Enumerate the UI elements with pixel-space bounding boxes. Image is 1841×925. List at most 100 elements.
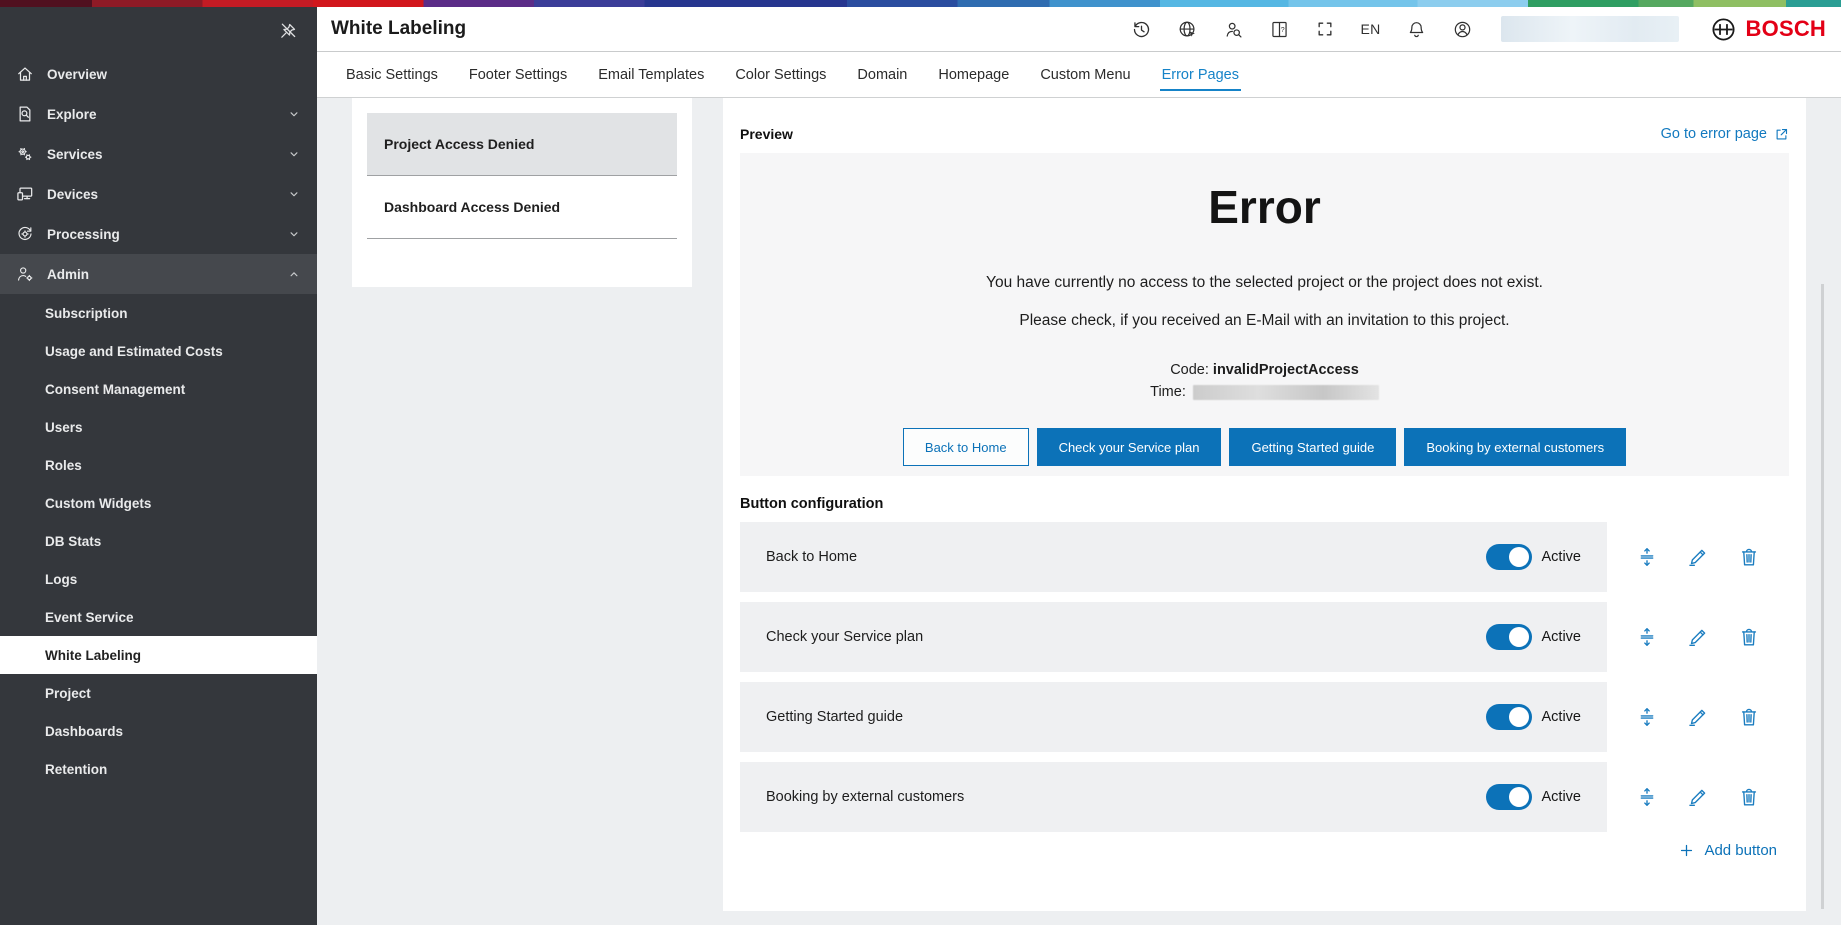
page-title: White Labeling: [331, 18, 466, 40]
active-toggle[interactable]: [1486, 784, 1532, 810]
sidebar-item-subscription[interactable]: Subscription: [0, 294, 317, 332]
sidebar-item-users[interactable]: Users: [0, 408, 317, 446]
delete-icon[interactable]: [1738, 626, 1760, 648]
explore-icon: [14, 104, 35, 124]
language-selector[interactable]: EN: [1360, 21, 1380, 37]
sidebar-item-processing[interactable]: Processing: [0, 214, 317, 254]
tab-homepage[interactable]: Homepage: [938, 67, 1009, 83]
go-to-error-page-link[interactable]: Go to error page: [1661, 126, 1789, 142]
sidebar-item-event-service[interactable]: Event Service: [0, 598, 317, 636]
edit-icon[interactable]: [1687, 786, 1709, 808]
sidebar-item-dashboards[interactable]: Dashboards: [0, 712, 317, 750]
edit-icon[interactable]: [1687, 546, 1709, 568]
preview-button-getting-started[interactable]: Getting Started guide: [1229, 428, 1396, 466]
list-item-dashboard-access-denied[interactable]: Dashboard Access Denied: [367, 176, 677, 239]
user-manual-icon[interactable]: ?: [1269, 19, 1290, 40]
tab-footer-settings[interactable]: Footer Settings: [469, 67, 567, 83]
chevron-down-icon: [287, 227, 301, 241]
tab-custom-menu[interactable]: Custom Menu: [1040, 67, 1130, 83]
account-icon[interactable]: [1452, 19, 1473, 40]
chevron-down-icon: [287, 187, 301, 201]
sidebar-item-retention[interactable]: Retention: [0, 750, 317, 788]
sidebar-item-overview[interactable]: Overview: [0, 54, 317, 94]
error-message-1: You have currently no access to the sele…: [740, 274, 1789, 292]
sidebar-item-devices[interactable]: Devices: [0, 174, 317, 214]
tab-basic-settings[interactable]: Basic Settings: [346, 67, 438, 83]
edit-icon[interactable]: [1687, 626, 1709, 648]
config-row: Booking by external customers Active: [740, 762, 1789, 832]
home-icon: [14, 64, 35, 84]
active-toggle[interactable]: [1486, 544, 1532, 570]
topbar: White Labeling: [317, 7, 1841, 52]
delete-icon[interactable]: [1738, 706, 1760, 728]
sidebar-item-consent-management[interactable]: Consent Management: [0, 370, 317, 408]
bosch-wordmark: BOSCH: [1746, 16, 1826, 42]
bosch-logo: BOSCH: [1710, 16, 1826, 43]
sidebar-item-logs[interactable]: Logs: [0, 560, 317, 598]
services-icon: [14, 144, 35, 164]
error-pages-list: Project Access Denied Dashboard Access D…: [352, 98, 692, 287]
admin-icon: [14, 264, 35, 284]
chevron-up-icon: [287, 267, 301, 281]
sidebar-item-project[interactable]: Project: [0, 674, 317, 712]
scrollbar[interactable]: [1821, 284, 1824, 909]
error-code-line: Code: invalidProjectAccess: [740, 362, 1789, 378]
tab-domain[interactable]: Domain: [857, 67, 907, 83]
delete-icon[interactable]: [1738, 546, 1760, 568]
move-icon[interactable]: [1636, 546, 1658, 568]
bosch-supergraphic: [0, 0, 1841, 7]
error-time-line: Time:: [740, 384, 1789, 400]
active-toggle[interactable]: [1486, 704, 1532, 730]
user-support-icon[interactable]: [1223, 19, 1244, 40]
sidebar-item-roles[interactable]: Roles: [0, 446, 317, 484]
svg-text:?: ?: [1281, 26, 1285, 33]
processing-icon: [14, 224, 35, 244]
move-icon[interactable]: [1636, 786, 1658, 808]
pin-off-icon[interactable]: [278, 21, 298, 41]
sidebar-item-label: Services: [47, 147, 275, 162]
active-toggle[interactable]: [1486, 624, 1532, 650]
fullscreen-icon[interactable]: [1315, 19, 1335, 39]
delete-icon[interactable]: [1738, 786, 1760, 808]
move-icon[interactable]: [1636, 706, 1658, 728]
tabbar: Basic Settings Footer Settings Email Tem…: [317, 52, 1841, 98]
add-button[interactable]: Add button: [1678, 842, 1777, 859]
config-row: Getting Started guide Active: [740, 682, 1789, 752]
preview-button-back-to-home[interactable]: Back to Home: [903, 428, 1029, 466]
plus-icon: [1678, 842, 1695, 859]
sidebar-item-services[interactable]: Services: [0, 134, 317, 174]
error-preview: Error You have currently no access to th…: [740, 153, 1789, 476]
tab-error-pages[interactable]: Error Pages: [1162, 67, 1239, 83]
sidebar-item-label: Explore: [47, 107, 275, 122]
sidebar-item-explore[interactable]: Explore: [0, 94, 317, 134]
sidebar-item-white-labeling[interactable]: White Labeling: [0, 636, 317, 674]
move-icon[interactable]: [1636, 626, 1658, 648]
chevron-down-icon: [287, 107, 301, 121]
tab-email-templates[interactable]: Email Templates: [598, 67, 704, 83]
sidebar-item-custom-widgets[interactable]: Custom Widgets: [0, 484, 317, 522]
preview-button-check-service-plan[interactable]: Check your Service plan: [1037, 428, 1222, 466]
button-configuration-heading: Button configuration: [740, 496, 1789, 512]
sidebar-item-usage-and-estimated-costs[interactable]: Usage and Estimated Costs: [0, 332, 317, 370]
error-title: Error: [740, 180, 1789, 234]
chevron-down-icon: [287, 147, 301, 161]
sidebar: Overview Explore: [0, 7, 317, 925]
preview-button-booking-external[interactable]: Booking by external customers: [1404, 428, 1626, 466]
notifications-bell-icon[interactable]: [1406, 19, 1427, 40]
sidebar-item-admin[interactable]: Admin: [0, 254, 317, 294]
sidebar-item-label: Admin: [47, 267, 275, 282]
config-row: Check your Service plan Active: [740, 602, 1789, 672]
content-area: Project Access Denied Dashboard Access D…: [317, 98, 1841, 925]
sidebar-item-db-stats[interactable]: DB Stats: [0, 522, 317, 560]
config-row: Back to Home Active: [740, 522, 1789, 592]
external-link-icon: [1774, 127, 1789, 142]
edit-icon[interactable]: [1687, 706, 1709, 728]
error-page-panel: Preview Go to error page Error You have …: [723, 98, 1806, 911]
globe-pointer-icon[interactable]: [1177, 19, 1198, 40]
sidebar-item-label: Overview: [47, 67, 301, 82]
history-icon[interactable]: [1131, 19, 1152, 40]
sidebar-item-label: Processing: [47, 227, 275, 242]
bosch-symbol-icon: [1710, 16, 1737, 43]
list-item-project-access-denied[interactable]: Project Access Denied: [367, 113, 677, 176]
tab-color-settings[interactable]: Color Settings: [735, 67, 826, 83]
